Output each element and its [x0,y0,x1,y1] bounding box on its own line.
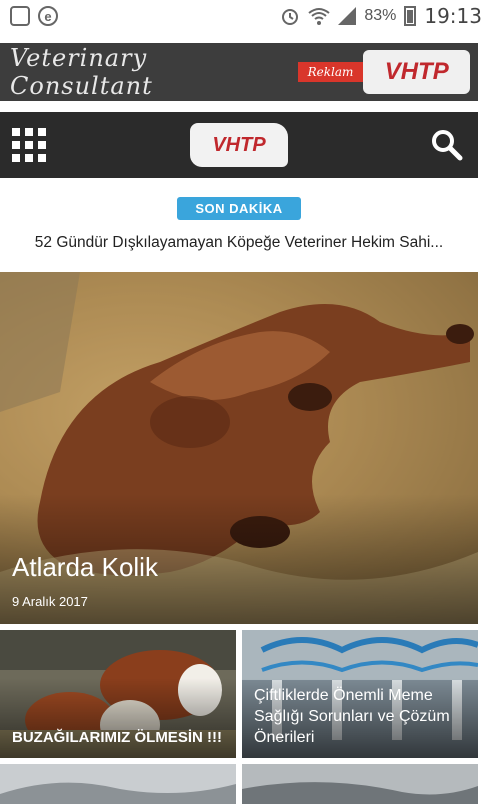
article-card-calves[interactable]: BUZAĞILARIMIZ ÖLMESİN !!! [0,630,236,758]
signal-icon [338,7,357,25]
featured-article[interactable]: Atlarda Kolik 9 Aralık 2017 [0,272,478,624]
battery-icon [404,6,417,26]
status-bar: e 83% 19:13 [0,0,500,32]
card-partial-image [0,764,236,804]
image-notification-icon [10,6,30,26]
ad-banner[interactable]: Veterinary Consultant Reklam VHTP [0,43,478,101]
e-app-notification-icon: e [38,6,58,26]
card-title: BUZAĞILARIMIZ ÖLMESİN !!! [12,729,222,746]
breaking-badge: SON DAKİKA [177,197,301,220]
site-logo[interactable]: VHTP [190,123,288,167]
clock: 19:13 [424,4,482,28]
grid-menu-icon[interactable] [12,128,46,162]
card-title: Çiftliklerde Önemli Meme Sağlığı Sorunla… [254,687,450,746]
breaking-headline[interactable]: 52 Gündür Dışkılayamayan Köpeğe Veterine… [0,234,478,252]
top-navbar: VHTP [0,112,478,178]
wifi-icon [308,8,330,25]
alarm-icon [282,9,299,25]
article-card-milking[interactable]: Çiftliklerde Önemli Meme Sağlığı Sorunla… [242,630,478,758]
battery-percent: 83% [364,7,397,24]
ad-logo: VHTP [363,50,470,94]
ad-badge: Reklam [297,62,364,82]
breaking-news: SON DAKİKA 52 Gündür Dışkılayamayan Köpe… [0,180,478,272]
card-partial-image [242,764,478,804]
featured-title: Atlarda Kolik [12,552,158,582]
article-card-partial-1[interactable] [0,764,236,804]
article-card-partial-2[interactable] [242,764,478,804]
search-icon[interactable] [430,128,464,162]
ad-text: Veterinary Consultant [10,44,153,100]
featured-date: 9 Aralık 2017 [12,594,88,609]
